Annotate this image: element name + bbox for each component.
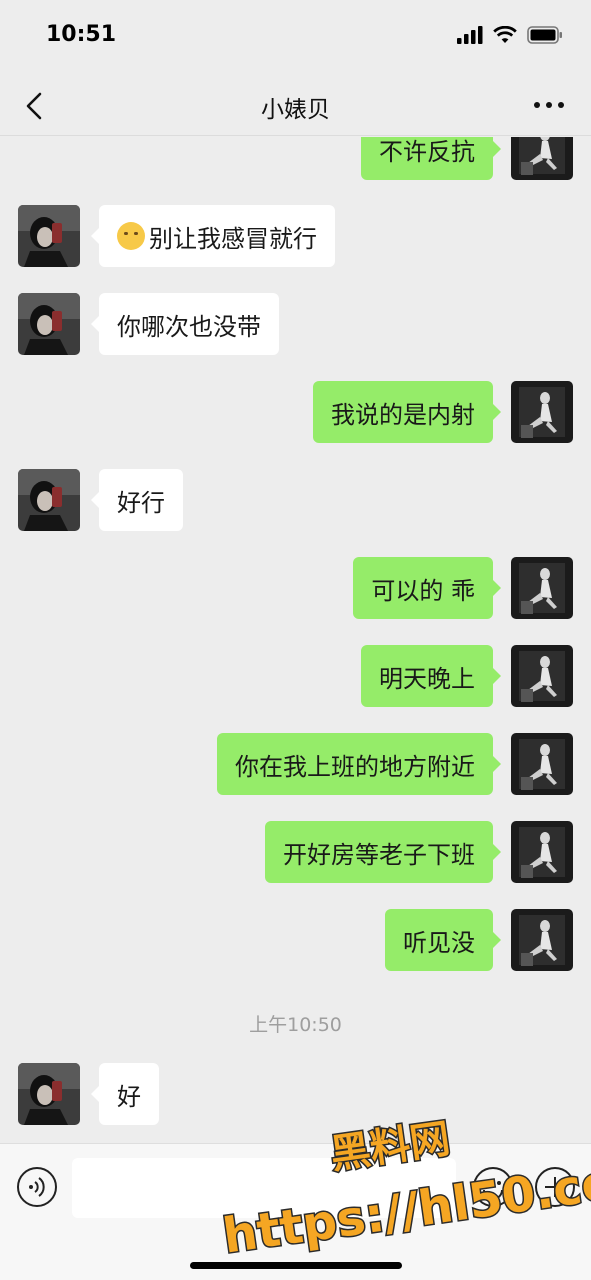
message-bubble-received[interactable]: 好 — [91, 1063, 159, 1125]
status-time: 10:51 — [46, 22, 117, 47]
message-bubble-received[interactable]: 你哪次也没带 — [91, 293, 279, 355]
message-text: 你在我上班的地方附近 — [235, 752, 475, 781]
avatar-contact[interactable] — [18, 1063, 80, 1125]
avatar-me[interactable] — [511, 645, 573, 707]
message-bubble-sent[interactable]: 你在我上班的地方附近 — [217, 733, 501, 795]
emoji-icon[interactable] — [472, 1166, 514, 1208]
sneezing-emoji-icon — [117, 222, 145, 250]
wifi-icon — [493, 26, 517, 43]
message-text: 开好房等老子下班 — [283, 840, 475, 869]
message-bubble-received[interactable]: 好行 — [91, 469, 183, 531]
message-row: 开好房等老子下班 — [0, 821, 591, 883]
message-row: 听见没 — [0, 909, 591, 971]
status-bar: 10:51 — [0, 0, 591, 76]
message-row: 别让我感冒就行 — [0, 205, 591, 267]
message-input[interactable] — [72, 1158, 456, 1218]
avatar-me[interactable] — [511, 821, 573, 883]
avatar-contact[interactable] — [18, 293, 80, 355]
message-bubble-received[interactable]: 别让我感冒就行 — [91, 205, 335, 267]
avatar-me[interactable] — [511, 137, 573, 180]
message-text: 你哪次也没带 — [117, 312, 261, 341]
avatar-contact[interactable] — [18, 469, 80, 531]
chat-timestamp: 上午10:50 — [249, 1014, 342, 1036]
message-text: 听见没 — [403, 928, 475, 957]
message-row: 我说的是内射 — [0, 381, 591, 443]
message-bubble-sent[interactable]: 开好房等老子下班 — [265, 821, 501, 883]
message-text: 明天晚上 — [379, 664, 475, 693]
battery-icon — [527, 26, 562, 44]
voice-icon[interactable] — [16, 1166, 58, 1208]
message-text: 不许反抗 — [379, 137, 475, 166]
message-bubble-sent[interactable]: 我说的是内射 — [313, 381, 501, 443]
chat-area[interactable]: 不许反抗 别让我感冒就行 你哪次也没带 我说的是内射 好行 可以的 乖 明天晚上… — [0, 137, 591, 1143]
message-row: 好行 — [0, 469, 591, 531]
more-icon[interactable] — [531, 90, 567, 120]
message-bubble-sent[interactable]: 可以的 乖 — [353, 557, 501, 619]
avatar-me[interactable] — [511, 733, 573, 795]
message-text: 好 — [117, 1082, 141, 1111]
message-row: 可以的 乖 — [0, 557, 591, 619]
message-text: 可以的 乖 — [371, 576, 475, 605]
input-bar — [0, 1143, 591, 1280]
message-row: 好 — [0, 1063, 591, 1125]
message-text: 好行 — [117, 488, 165, 517]
home-indicator — [190, 1262, 402, 1269]
avatar-me[interactable] — [511, 381, 573, 443]
avatar-contact[interactable] — [18, 205, 80, 267]
message-bubble-sent[interactable]: 不许反抗 — [361, 137, 501, 180]
signal-icon — [457, 26, 483, 44]
avatar-me[interactable] — [511, 909, 573, 971]
chat-title: 小婊贝 — [261, 97, 330, 123]
message-bubble-sent[interactable]: 听见没 — [385, 909, 501, 971]
message-row: 明天晚上 — [0, 645, 591, 707]
message-row: 你在我上班的地方附近 — [0, 733, 591, 795]
status-icons — [457, 26, 563, 44]
avatar-me[interactable] — [511, 557, 573, 619]
message-row: 你哪次也没带 — [0, 293, 591, 355]
message-text: 别让我感冒就行 — [149, 224, 317, 253]
message-text: 我说的是内射 — [331, 400, 475, 429]
message-bubble-sent[interactable]: 明天晚上 — [361, 645, 501, 707]
plus-icon[interactable] — [534, 1166, 576, 1208]
message-row: 不许反抗 — [0, 137, 591, 180]
nav-bar: 小婊贝 — [0, 76, 591, 136]
